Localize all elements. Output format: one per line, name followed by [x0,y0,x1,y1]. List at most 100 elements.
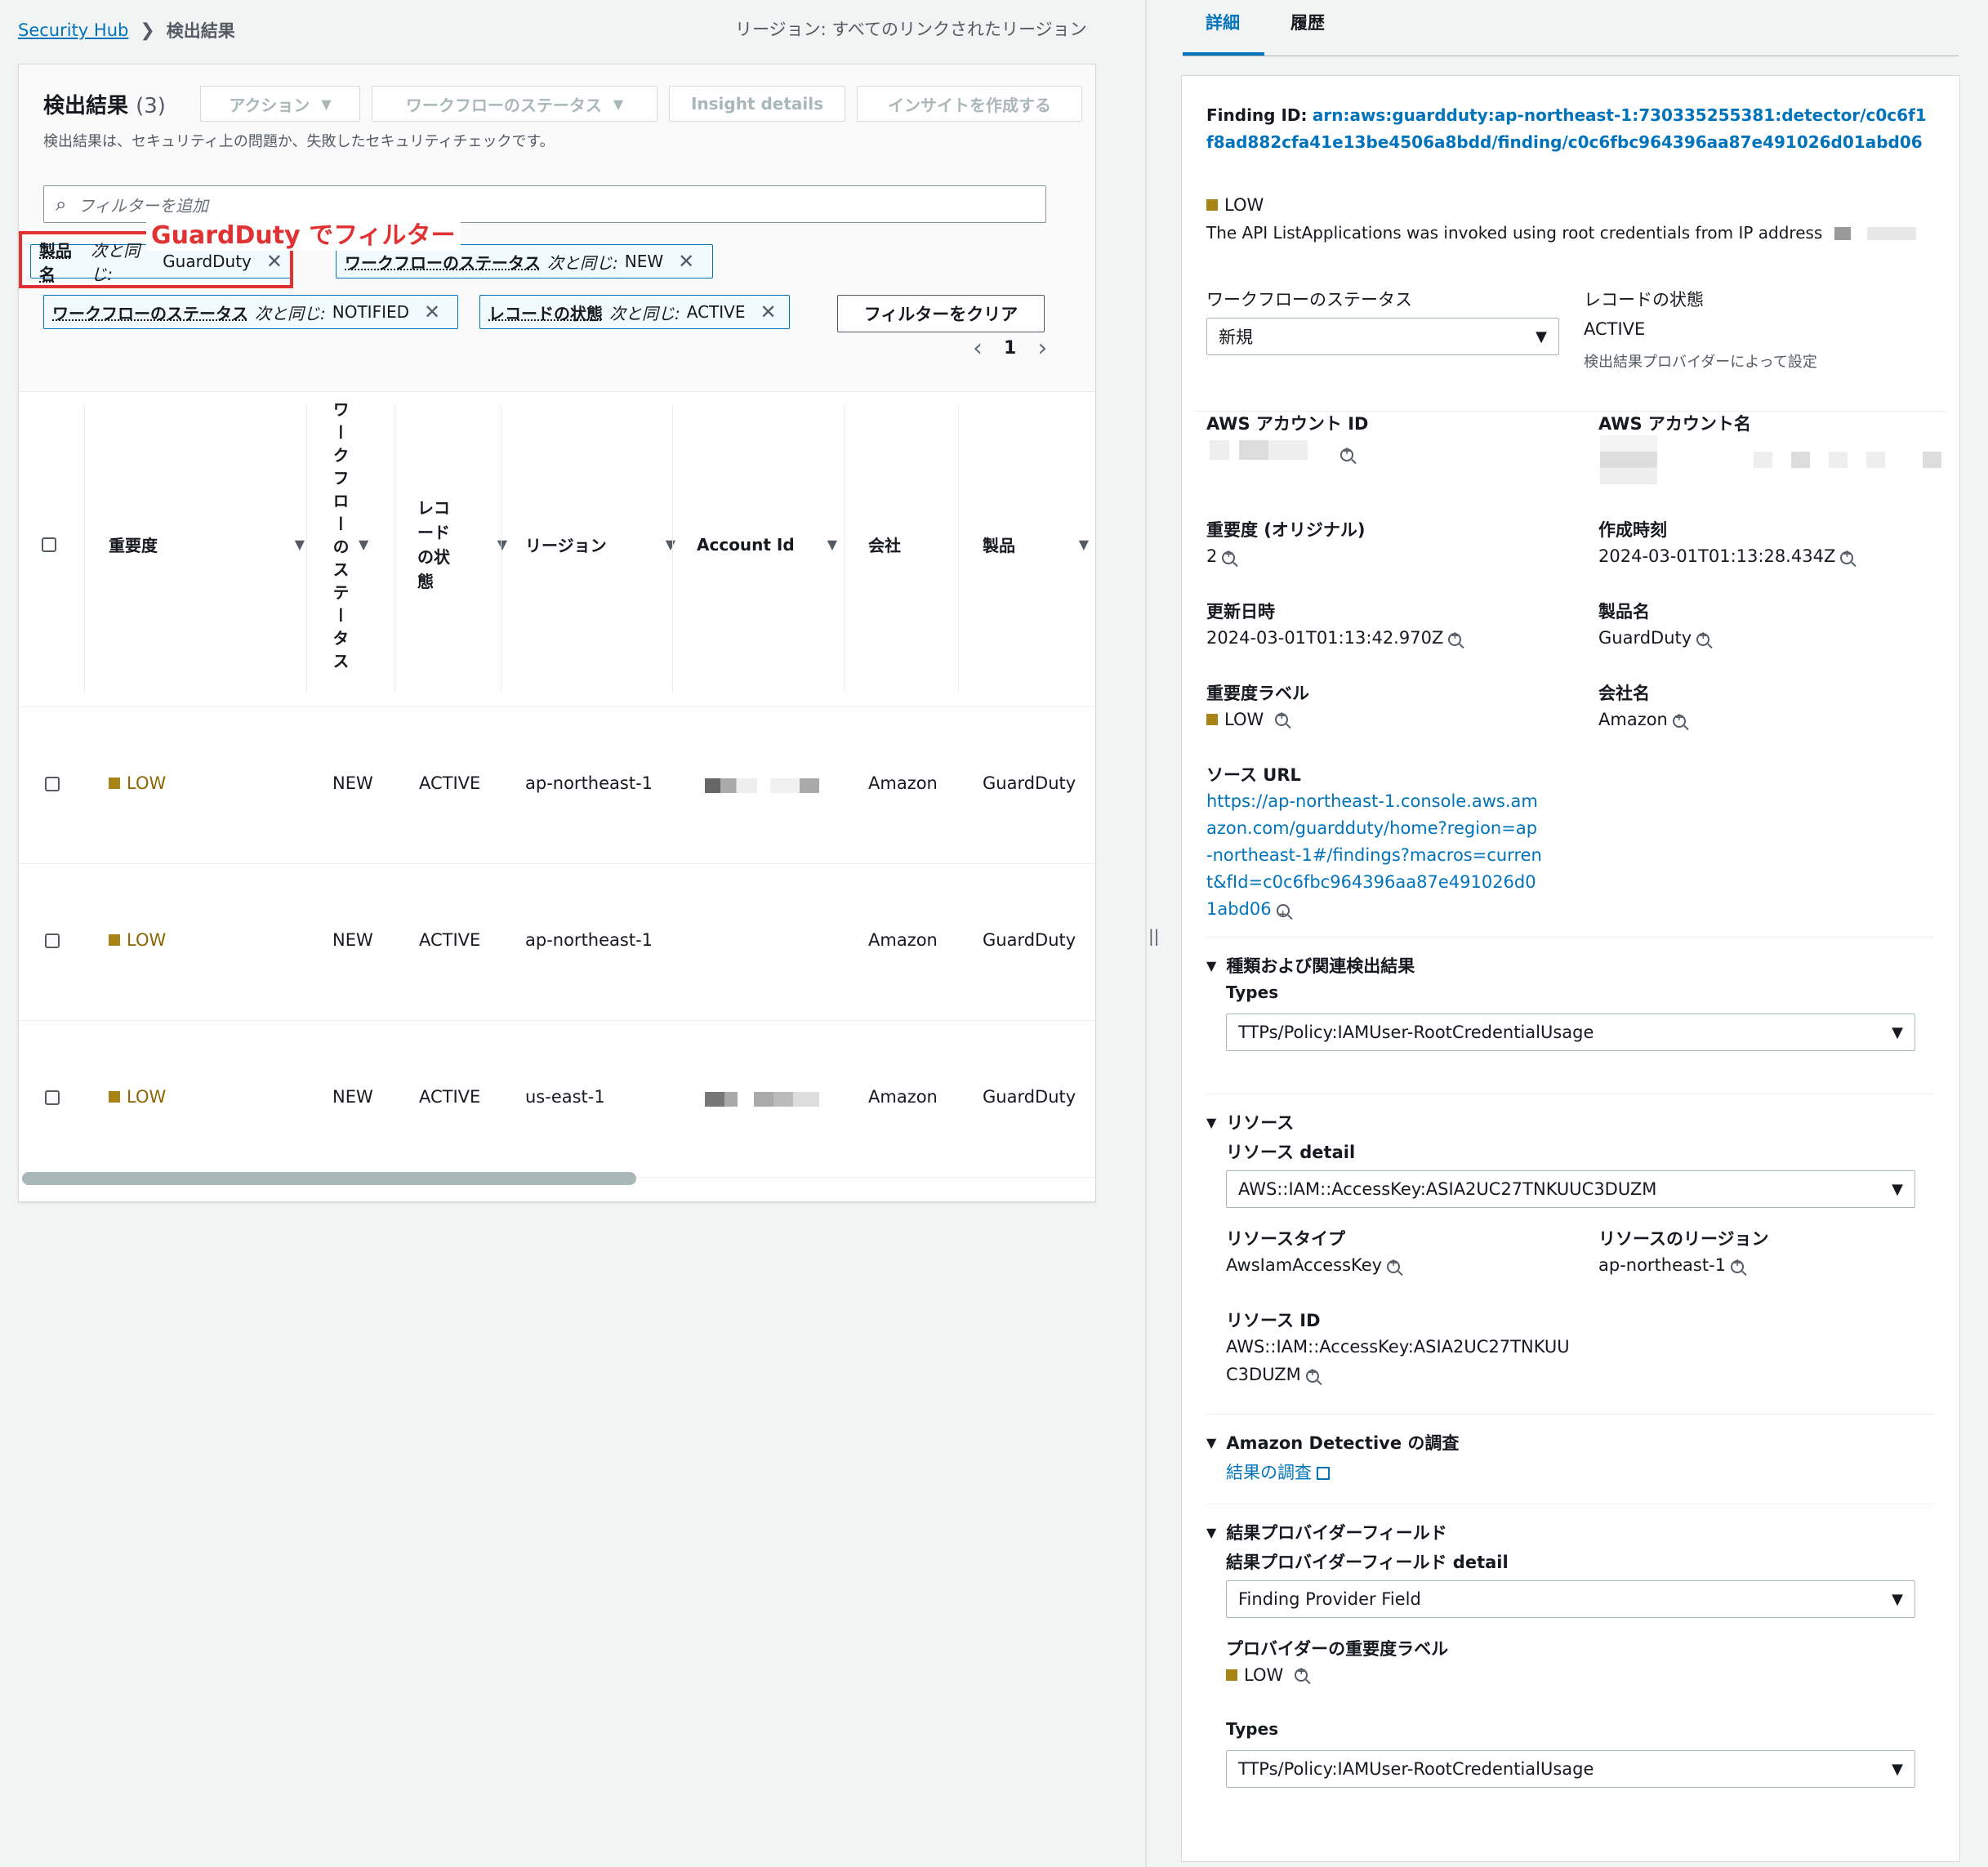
severity-value: LOW [127,1087,167,1107]
zoom-filter-icon[interactable] [1305,1366,1319,1383]
sort-icon[interactable]: ▼ [827,537,837,552]
column-label: レコードの状態 [417,497,450,591]
record-cell: ACTIVE [419,930,481,950]
column-header-company[interactable]: 会社 [868,391,950,697]
page-number[interactable]: 1 [1004,338,1016,359]
provider-severity-label: プロバイダーの重要度ラベル [1226,1639,1449,1659]
redacted-ip [1867,227,1917,240]
redacted-account-id [705,778,757,793]
column-header-severity[interactable]: 重要度 ▼ [109,391,305,697]
caret-down-icon: ▼ [1536,328,1547,345]
zoom-filter-icon[interactable] [1222,548,1236,564]
record-state-note: 検出結果プロバイダーによって設定 [1584,354,1817,371]
column-header-region[interactable]: リージョン ▼ [525,391,675,697]
account-name-label: AWS アカウント名 [1598,414,1751,434]
sort-icon[interactable]: ▼ [497,537,507,552]
provider-detail-label: 結果プロバイダーフィールド detail [1226,1553,1509,1572]
chevron-left-icon[interactable]: ‹ [973,334,983,363]
findings-panel: 検出結果 (3) 検出結果は、セキュリティ上の問題か、失敗したセキュリティチェッ… [18,64,1096,1202]
types-label: Types [1226,983,1279,1002]
horizontal-scrollbar[interactable] [22,1172,636,1185]
finding-severity-value: LOW [1224,195,1264,215]
column-label: ワークフローのステータス [330,400,350,675]
product-name-value: GuardDuty [1598,628,1710,648]
resources-section-header[interactable]: ▼ リソース [1206,1110,1294,1134]
panel-splitter[interactable] [1145,0,1147,1867]
account-id-label: AWS アカウント ID [1206,414,1369,434]
workflow-status-dropdown-button[interactable]: ワークフローのステータス ▼ [372,86,657,122]
provider-fields-section-header[interactable]: ▼ 結果プロバイダーフィールド [1206,1520,1447,1544]
filter-token-workflow-notified[interactable]: ワークフローのステータス 次と同じ: NOTIFIED ✕ [43,295,458,329]
search-placeholder: フィルターを追加 [78,195,209,216]
filter-token-record-state[interactable]: レコードの状態 次と同じ: ACTIVE ✕ [479,295,790,329]
redacted-account-id [705,1092,738,1107]
resource-region-value: ap-northeast-1 [1598,1255,1745,1275]
row-checkbox[interactable] [45,777,60,791]
zoom-filter-icon[interactable] [1731,1257,1745,1273]
investigate-finding-text[interactable]: 結果の調査 [1226,1463,1312,1482]
sort-icon[interactable]: ▼ [295,537,305,552]
row-checkbox[interactable] [45,934,60,948]
severity-cell: LOW [109,1087,166,1107]
zoom-filter-icon[interactable] [1387,1257,1401,1273]
sort-icon[interactable]: ▼ [666,537,675,552]
severity-low-icon [109,1091,120,1103]
source-url-label: ソース URL [1206,765,1301,785]
product-cell: GuardDuty [983,773,1076,793]
zoom-filter-icon[interactable] [1275,710,1289,726]
record-state-value: ACTIVE [1584,319,1646,339]
types-section-header[interactable]: ▼ 種類および関連検出結果 [1206,953,1415,978]
tab-detail[interactable]: 詳細 [1206,10,1240,34]
source-url-link[interactable]: https://ap-northeast-1.console.aws.amazo… [1206,788,1543,928]
workflow-cell: NEW [332,1087,373,1107]
zoom-filter-icon[interactable] [1840,548,1854,564]
zoom-filter-icon[interactable] [1340,445,1353,461]
drag-handle-icon[interactable]: || [1148,926,1159,946]
detective-section-header[interactable]: ▼ Amazon Detective の調査 [1206,1430,1459,1455]
company-name-label: 会社名 [1598,684,1650,703]
tab-history[interactable]: 履歴 [1290,10,1325,34]
resources-section-title: リソース [1226,1113,1295,1133]
region-cell: ap-northeast-1 [525,773,653,793]
column-header-account-id[interactable]: Account Id ▼ [697,391,837,697]
source-url-text[interactable]: https://ap-northeast-1.console.aws.amazo… [1206,791,1542,919]
actions-dropdown-button[interactable]: アクション ▼ [200,86,360,122]
provider-fields-section-title: 結果プロバイダーフィールド [1226,1523,1447,1543]
severity-cell: LOW [109,773,166,793]
row-checkbox[interactable] [45,1090,60,1105]
provider-severity-text: LOW [1244,1665,1284,1685]
company-cell: Amazon [868,930,938,950]
workflow-status-label: ワークフローのステータス [405,95,602,115]
provider-detail-value: Finding Provider Field [1238,1589,1421,1609]
insight-details-button[interactable]: Insight details [669,86,845,122]
zoom-filter-icon[interactable] [1696,630,1710,646]
investigate-finding-link[interactable]: 結果の調査 [1226,1459,1330,1484]
column-header-product[interactable]: 製品 ▼ [983,391,1089,697]
resource-detail-select[interactable]: AWS::IAM::AccessKey:ASIA2UC27TNKUUC3DUZM… [1226,1170,1915,1208]
zoom-filter-icon[interactable] [1276,901,1290,928]
findings-title-text: 検出結果 [43,94,129,118]
provider-detail-select[interactable]: Finding Provider Field ▼ [1226,1580,1915,1618]
breadcrumb-security-hub-link[interactable]: Security Hub [18,20,128,40]
clear-filters-button[interactable]: フィルターをクリア [837,295,1045,332]
finding-id-link[interactable]: arn:aws:guardduty:ap-northeast-1:7303352… [1206,105,1927,152]
workflow-status-select[interactable]: 新規 ▼ [1206,318,1559,355]
select-all-checkbox[interactable] [42,391,74,697]
caret-down-icon: ▼ [1892,1180,1903,1198]
zoom-filter-icon[interactable] [1448,630,1462,646]
close-icon[interactable]: ✕ [760,301,776,323]
column-header-workflow-status[interactable]: ワークフローのステータス ▼ [328,391,393,697]
column-header-record-state[interactable]: レコードの状態 ▼ [417,391,507,697]
chevron-right-icon[interactable]: › [1037,334,1047,363]
create-insight-button[interactable]: インサイトを作成する [857,86,1082,122]
types-select[interactable]: TTPs/Policy:IAMUser-RootCredentialUsage ▼ [1226,1014,1915,1051]
zoom-filter-icon[interactable] [1672,711,1686,728]
close-icon[interactable]: ✕ [678,250,694,273]
provider-types-select[interactable]: TTPs/Policy:IAMUser-RootCredentialUsage ▼ [1226,1750,1915,1788]
pagination: ‹ 1 › [973,334,1047,363]
close-icon[interactable]: ✕ [424,301,440,323]
sort-icon[interactable]: ▼ [359,537,368,552]
caret-down-icon: ▼ [1206,1524,1217,1540]
sort-icon[interactable]: ▼ [1079,537,1089,552]
zoom-filter-icon[interactable] [1295,1665,1308,1682]
